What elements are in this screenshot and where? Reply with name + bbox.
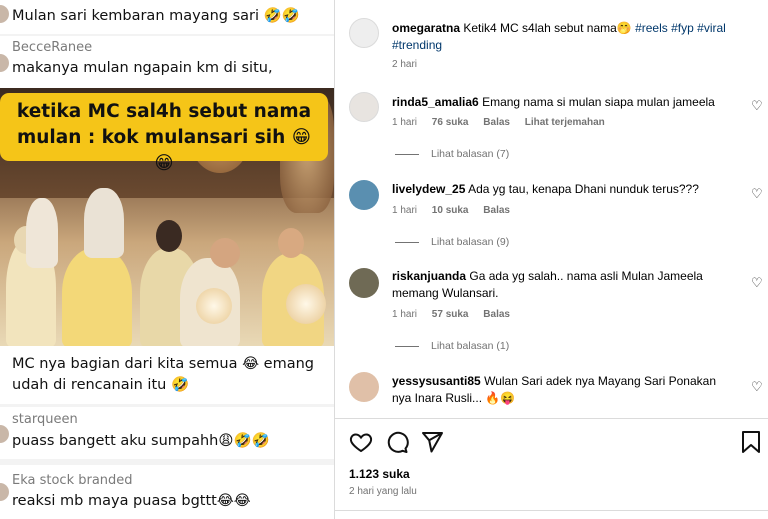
commenter-avatar[interactable] bbox=[349, 372, 379, 402]
reply-button[interactable]: Balas bbox=[483, 309, 510, 320]
guest-figure bbox=[62, 248, 132, 346]
guest-figure bbox=[26, 198, 58, 268]
avatar bbox=[0, 425, 9, 443]
comment-likes[interactable]: 76 suka bbox=[432, 117, 469, 128]
reply-button[interactable]: Balas bbox=[483, 205, 510, 216]
divider bbox=[335, 510, 768, 511]
reply-button[interactable]: Balas bbox=[483, 117, 510, 128]
overlay-comment-3: MC nya bagian dari kita semua 😂 emang ud… bbox=[0, 346, 334, 404]
view-replies[interactable]: Lihat balasan (1) bbox=[395, 340, 509, 352]
caption-line-1: ketika MC sal4h sebut nama bbox=[16, 101, 312, 122]
comment-likes[interactable]: 10 suka bbox=[432, 205, 469, 216]
overlay-comment-4: starqueen puass bangett aku sumpahh😩🤣🤣 bbox=[0, 407, 334, 459]
guest-head bbox=[278, 228, 304, 258]
comment-text: Emang nama si mulan siapa mulan jameela bbox=[482, 95, 715, 109]
comment-username[interactable]: rinda5_amalia6 bbox=[392, 95, 479, 109]
overlay-comment-1: Mulan sari kembaran mayang sari 🤣🤣 bbox=[0, 0, 334, 34]
comment-text: puass bangett aku sumpahh😩🤣🤣 bbox=[12, 433, 270, 449]
guest-figure bbox=[84, 188, 124, 258]
share-icon[interactable] bbox=[420, 430, 444, 454]
video-caption: ketika MC sal4h sebut nama mulan : kok m… bbox=[0, 93, 328, 174]
comment-username[interactable]: riskanjuanda bbox=[392, 269, 466, 283]
hashtag[interactable]: #reels bbox=[635, 21, 668, 35]
avatar bbox=[0, 5, 9, 23]
author-username[interactable]: omegaratna bbox=[392, 21, 460, 35]
hashtag[interactable]: #trending bbox=[392, 38, 442, 52]
comment-username[interactable]: yessysusanti85 bbox=[392, 374, 481, 388]
comment-time: 1 hari bbox=[392, 117, 418, 128]
likes-count[interactable]: 1.123 suka bbox=[349, 467, 410, 481]
like-comment-icon[interactable]: ♡ bbox=[751, 186, 763, 202]
comment-text: MC nya bagian dari kita semua 😂 emang bbox=[12, 356, 314, 372]
comment-meta: 1 hari 57 suka Balas bbox=[392, 309, 522, 320]
like-comment-icon[interactable]: ♡ bbox=[751, 275, 763, 291]
like-comment-icon[interactable]: ♡ bbox=[751, 379, 763, 395]
overlay-comment-5: Eka stock branded reaksi mb maya puasa b… bbox=[0, 465, 334, 519]
comment-body: yessysusanti85 Wulan Sari adek nya Mayan… bbox=[392, 373, 732, 407]
guest-head bbox=[156, 220, 182, 252]
comment-likes[interactable]: 57 suka bbox=[432, 309, 469, 320]
caption-line-2: mulan : kok mulansari sih 😁😁 bbox=[16, 127, 312, 174]
comment-text: Mulan sari kembaran mayang sari 🤣🤣 bbox=[12, 8, 300, 24]
comment-text: udah di rencanain itu 🤣 bbox=[12, 377, 190, 393]
translate-link[interactable]: Lihat terjemahan bbox=[525, 117, 605, 128]
comment-text: reaksi mb maya puasa bgttt😂😂 bbox=[12, 493, 251, 509]
avatar bbox=[0, 54, 9, 72]
comment-time: 1 hari bbox=[392, 309, 418, 320]
comment-time: 1 hari bbox=[392, 205, 418, 216]
comment-user: starqueen bbox=[12, 412, 78, 427]
post-caption: omegaratna Ketik4 MC s4lah sebut nama🤭 #… bbox=[392, 20, 732, 54]
comments-panel: omegaratna Ketik4 MC s4lah sebut nama🤭 #… bbox=[334, 0, 768, 519]
avatar bbox=[0, 483, 9, 501]
video-panel: Mulan sari kembaran mayang sari 🤣🤣 Becce… bbox=[0, 0, 334, 519]
comment-meta: 1 hari 10 suka Balas bbox=[392, 205, 522, 216]
caption-text: Ketik4 MC s4lah sebut nama🤭 bbox=[463, 21, 632, 35]
bookmark-icon[interactable] bbox=[740, 430, 762, 454]
view-replies[interactable]: Lihat balasan (9) bbox=[395, 236, 509, 248]
comment-user: Eka stock branded bbox=[12, 473, 133, 488]
overlay-comment-2: BecceRanee makanya mulan ngapain km di s… bbox=[0, 36, 334, 88]
comment-body: livelydew_25 Ada yg tau, kenapa Dhani nu… bbox=[392, 181, 732, 198]
comment-icon[interactable] bbox=[385, 430, 409, 454]
heart-icon[interactable] bbox=[349, 430, 373, 454]
commenter-avatar[interactable] bbox=[349, 268, 379, 298]
comment-text: Ada yg tau, kenapa Dhani nunduk terus??? bbox=[468, 182, 699, 196]
guest-head bbox=[210, 238, 240, 268]
like-comment-icon[interactable]: ♡ bbox=[751, 98, 763, 114]
comment-username[interactable]: livelydew_25 bbox=[392, 182, 465, 196]
author-avatar[interactable] bbox=[349, 18, 379, 48]
comment-body: rinda5_amalia6 Emang nama si mulan siapa… bbox=[392, 94, 732, 111]
commenter-avatar[interactable] bbox=[349, 92, 379, 122]
comment-user: BecceRanee bbox=[12, 40, 93, 55]
hashtag[interactable]: #fyp bbox=[671, 21, 694, 35]
divider bbox=[335, 418, 768, 419]
comment-meta: 1 hari 76 suka Balas Lihat terjemahan bbox=[392, 117, 617, 128]
flower-bouquet bbox=[196, 288, 232, 324]
caption-time: 2 hari bbox=[392, 59, 418, 70]
comment-body: riskanjuanda Ga ada yg salah.. nama asli… bbox=[392, 268, 732, 302]
view-replies[interactable]: Lihat balasan (7) bbox=[395, 148, 509, 160]
commenter-avatar[interactable] bbox=[349, 180, 379, 210]
hashtag[interactable]: #viral bbox=[697, 21, 726, 35]
flower-bouquet bbox=[286, 284, 326, 324]
comment-text: makanya mulan ngapain km di situ, bbox=[12, 60, 273, 76]
post-date: 2 hari yang lalu bbox=[349, 486, 417, 497]
